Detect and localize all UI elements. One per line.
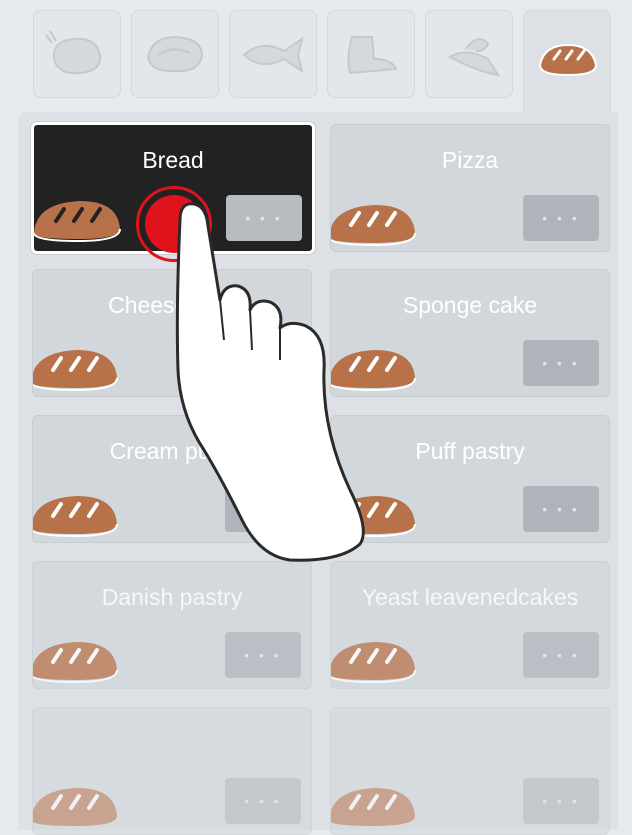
bread-loaf-icon <box>331 788 415 826</box>
tab-meat[interactable] <box>131 10 219 98</box>
bakery-icon <box>538 43 598 77</box>
category-tabs <box>0 0 632 122</box>
bread-loaf-icon <box>33 496 118 538</box>
poultry-icon <box>45 30 102 75</box>
bread-loaf-icon <box>33 788 117 826</box>
program-card-yeast-leavened-cakes[interactable]: Yeast leavenedcakes • • • <box>330 561 610 689</box>
program-card-danish-pastry[interactable]: Danish pastry • • • <box>32 561 312 689</box>
bread-loaf-icon <box>331 642 416 684</box>
program-label: Danish pastry <box>101 584 243 610</box>
more-options-button[interactable]: • • • <box>523 632 599 678</box>
program-label: Yeast leavenedcakes <box>361 584 579 610</box>
program-card-empty[interactable]: • • • <box>330 707 610 835</box>
more-options-button[interactable]: • • • <box>523 486 599 532</box>
tab-poultry[interactable] <box>33 10 121 98</box>
program-card-empty[interactable]: • • • <box>32 707 312 835</box>
program-label: Bread <box>142 147 204 173</box>
tab-fish[interactable] <box>229 10 317 98</box>
more-options-button[interactable]: • • • <box>523 778 599 824</box>
more-options-button[interactable]: • • • <box>225 632 301 678</box>
bread-loaf-icon <box>33 350 118 392</box>
tab-bakery[interactable] <box>523 10 611 122</box>
more-options-button[interactable]: • • • <box>225 778 301 824</box>
meat-icon <box>146 35 204 73</box>
program-label: Pizza <box>441 147 499 173</box>
bread-loaf-icon <box>34 201 121 243</box>
fish-icon <box>242 36 304 74</box>
more-options-button[interactable]: • • • <box>523 340 599 386</box>
pointing-hand-icon <box>175 202 365 562</box>
tab-side-dish[interactable] <box>327 10 415 98</box>
more-options-button[interactable]: • • • <box>523 195 599 241</box>
vegetables-icon <box>448 38 501 77</box>
bread-loaf-icon <box>33 642 118 684</box>
tab-vegetables[interactable] <box>425 10 513 98</box>
side-dish-icon <box>347 36 398 75</box>
